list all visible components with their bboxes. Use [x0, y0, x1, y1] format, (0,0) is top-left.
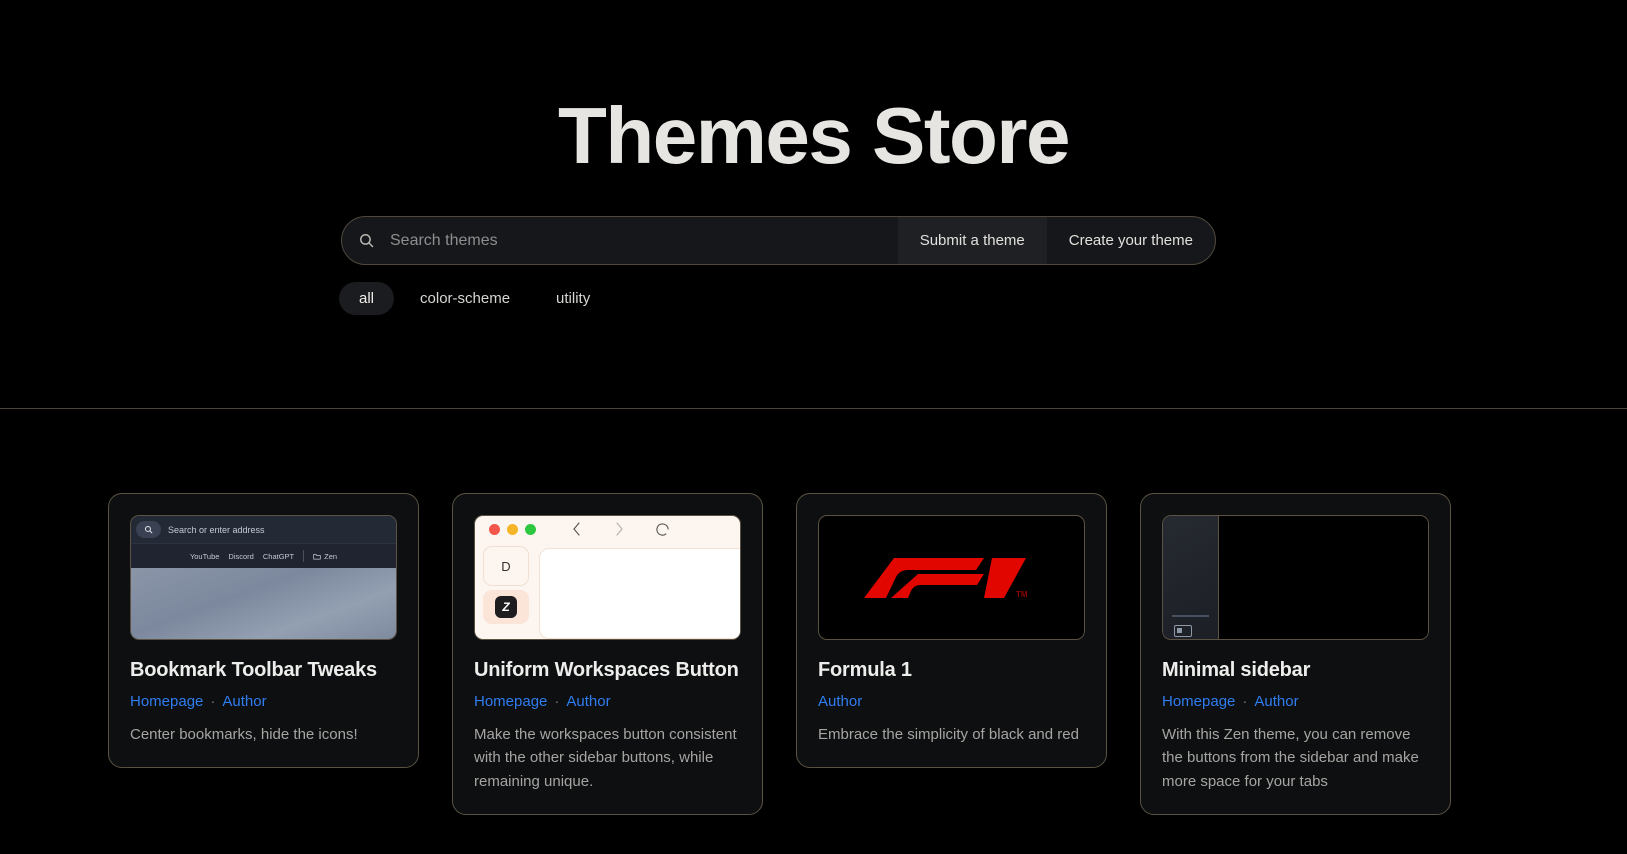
card-description: Center bookmarks, hide the icons!: [130, 726, 358, 743]
card-title: Uniform Workspaces Button: [474, 659, 739, 681]
submit-theme-button[interactable]: Submit a theme: [897, 217, 1047, 264]
preview-sidebar-separator: [1172, 615, 1209, 617]
link-separator: ·: [1242, 693, 1248, 710]
preview-address-placeholder: Search or enter address: [168, 524, 265, 535]
card-author-link[interactable]: Author: [566, 693, 610, 710]
preview-nav-controls: [571, 522, 670, 537]
zen-logo-icon: Z: [495, 596, 517, 618]
theme-card[interactable]: Minimal sidebar Homepage · Author With thi…: [1140, 493, 1451, 815]
reload-icon: [656, 522, 669, 536]
card-homepage-link[interactable]: Homepage: [130, 693, 203, 710]
preview-content-area: [539, 548, 740, 639]
theme-card[interactable]: D Z Uniform Workspaces Button Homepage · A…: [452, 493, 763, 815]
card-homepage-link[interactable]: Homepage: [1162, 693, 1235, 710]
card-links: Homepage · Author: [1162, 693, 1429, 710]
search-bar[interactable]: Submit a theme Create your theme: [341, 216, 1216, 265]
filter-tab-color-scheme[interactable]: color-scheme: [400, 282, 530, 315]
theme-preview-bookmark-toolbar: Search or enter address YouTube Discord …: [130, 515, 397, 640]
preview-sidebar: D Z: [475, 542, 537, 639]
card-homepage-link[interactable]: Homepage: [474, 693, 547, 710]
filter-tab-utility[interactable]: utility: [536, 282, 610, 315]
back-arrow-icon: [573, 522, 580, 536]
link-separator: ·: [210, 693, 216, 710]
theme-card-grid: Search or enter address YouTube Discord …: [108, 493, 1519, 815]
preview-sidebar: [1163, 516, 1219, 639]
link-separator: ·: [554, 693, 560, 710]
theme-card[interactable]: TM Formula 1 Author Embrace the simplici…: [796, 493, 1107, 769]
maximize-traffic-light-icon: [525, 523, 536, 535]
card-title: Bookmark Toolbar Tweaks: [130, 659, 377, 681]
preview-bookmark-bar: YouTube Discord ChatGPT Zen: [131, 544, 396, 568]
folder-icon: [313, 553, 321, 560]
preview-search-icon: [136, 521, 161, 538]
preview-bookmark-item: ChatGPT: [262, 551, 295, 561]
card-title: Minimal sidebar: [1162, 659, 1311, 681]
page-title: Themes Store: [557, 91, 1071, 180]
card-description: With this Zen theme, you can remove the …: [1162, 726, 1419, 790]
filter-tab-all[interactable]: all: [339, 282, 395, 315]
theme-card[interactable]: Search or enter address YouTube Discord …: [108, 493, 419, 769]
search-icon: [342, 232, 390, 249]
card-title: Formula 1: [818, 659, 912, 681]
card-author-link[interactable]: Author: [222, 693, 266, 710]
trademark-label: TM: [1016, 590, 1028, 599]
search-input[interactable]: [390, 217, 898, 264]
card-author-link[interactable]: Author: [818, 693, 862, 710]
theme-preview-minimal-sidebar: [1162, 515, 1429, 640]
forward-arrow-icon: [616, 522, 623, 536]
preview-titlebar: [475, 516, 740, 542]
preview-bookmark-item: Discord: [228, 551, 254, 561]
card-links: Author: [818, 693, 1085, 710]
preview-sidebar-toggle-icon: [1174, 625, 1192, 637]
card-links: Homepage · Author: [130, 693, 397, 710]
preview-url-bar: Search or enter address: [131, 516, 396, 544]
card-author-link[interactable]: Author: [1254, 693, 1298, 710]
preview-page-background: [131, 568, 396, 639]
preview-folder-label: Zen: [324, 551, 338, 561]
create-theme-button[interactable]: Create your theme: [1047, 217, 1215, 264]
preview-active-tab: Z: [483, 590, 529, 624]
preview-content-area: [1219, 516, 1428, 639]
card-description: Embrace the simplicity of black and red: [818, 726, 1079, 743]
close-traffic-light-icon: [489, 523, 500, 535]
theme-preview-mac-browser: D Z: [474, 515, 741, 640]
preview-bookmark-item: YouTube: [189, 551, 220, 561]
theme-preview-f1-logo: TM: [818, 515, 1085, 640]
formula-1-logo-icon: TM: [864, 557, 1028, 599]
preview-workspace-button: D: [483, 546, 529, 586]
filter-tabs: all color-scheme utility: [339, 282, 610, 315]
minimize-traffic-light-icon: [507, 523, 518, 535]
card-links: Homepage · Author: [474, 693, 741, 710]
hero-section: Themes Store Submit a theme Create your …: [0, 0, 1627, 409]
preview-divider: [303, 550, 305, 562]
card-description: Make the workspaces button consistent wi…: [474, 726, 737, 790]
preview-bookmark-folder: Zen: [313, 552, 337, 561]
